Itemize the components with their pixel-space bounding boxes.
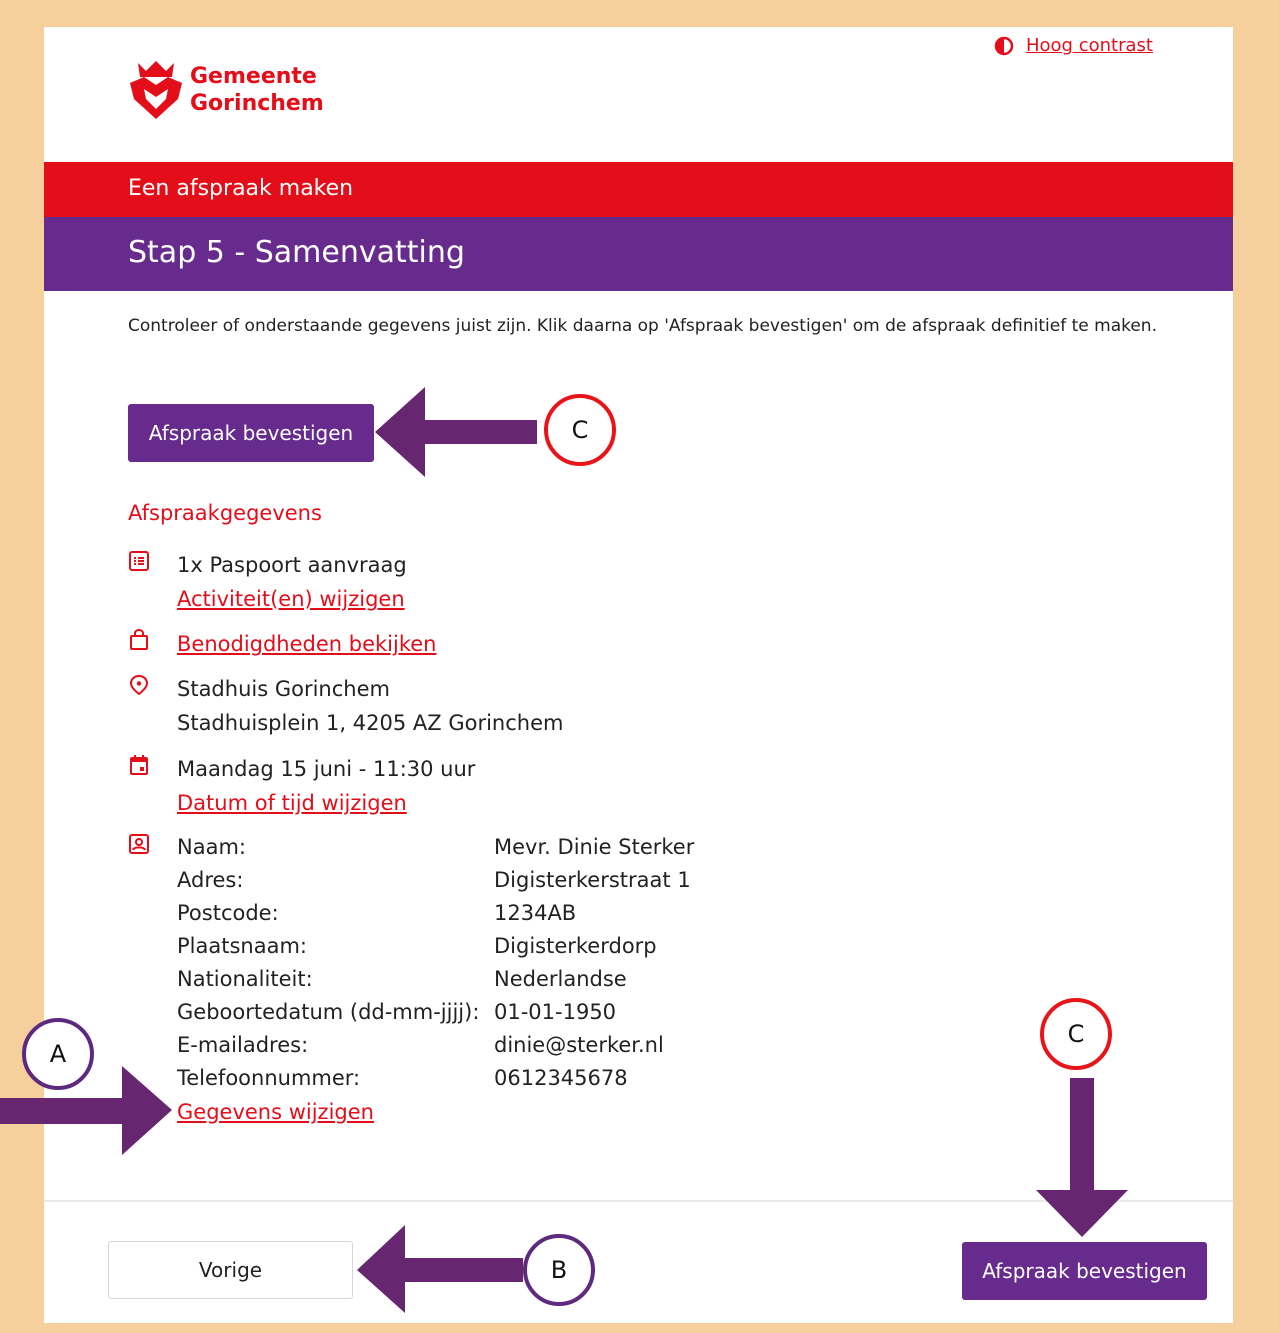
annotation-c-top: C: [544, 394, 616, 466]
requirements-row: Benodigdheden bekijken: [128, 627, 437, 661]
step-title: Stap 5 - Samenvatting: [128, 235, 465, 270]
logo-line-1: Gemeente: [190, 64, 317, 89]
high-contrast-link[interactable]: Hoog contrast: [1026, 35, 1153, 56]
datetime-row: Maandag 15 juni - 11:30 uur Datum of tij…: [128, 752, 475, 820]
view-requirements-link[interactable]: Benodigdheden bekijken: [177, 632, 437, 656]
previous-button[interactable]: Vorige: [108, 1241, 353, 1299]
banner-title: Een afspraak maken: [128, 176, 354, 201]
detail-label: Postcode:: [177, 901, 279, 925]
detail-label: Nationaliteit:: [177, 967, 313, 991]
detail-value: 0612345678: [494, 1066, 628, 1090]
location-name: Stadhuis Gorinchem: [177, 677, 390, 701]
section-title: Afspraakgegevens: [128, 501, 322, 525]
location-row: Stadhuis Gorinchem Stadhuisplein 1, 4205…: [128, 672, 563, 740]
bag-icon: [130, 629, 148, 650]
annotation-b: B: [523, 1234, 595, 1306]
datetime-text: Maandag 15 juni - 11:30 uur: [177, 757, 476, 781]
detail-label: Plaatsnaam:: [177, 934, 307, 958]
detail-value: 1234AB: [494, 901, 577, 925]
activity-row: 1x Paspoort aanvraag Activiteit(en) wijz…: [128, 548, 407, 616]
annotation-c-bottom: C: [1040, 998, 1112, 1070]
detail-label: Geboortedatum (dd-mm-jjjj):: [177, 1000, 480, 1024]
logo-text: Gemeente Gorinchem: [190, 63, 324, 117]
detail-value: dinie@sterker.nl: [494, 1033, 664, 1057]
list-icon: [129, 551, 149, 571]
detail-value: Mevr. Dinie Sterker: [494, 835, 695, 859]
footer-divider: [44, 1200, 1233, 1202]
personal-details-row: Naam: Mevr. Dinie Sterker Adres: Digisterke…: [128, 831, 694, 1129]
confirm-appointment-button-bottom[interactable]: Afspraak bevestigen: [962, 1242, 1207, 1300]
detail-value: Digisterkerstraat 1: [494, 868, 691, 892]
confirm-appointment-button-top[interactable]: Afspraak bevestigen: [128, 404, 374, 462]
step-header: Stap 5 - Samenvatting: [44, 217, 1233, 291]
detail-value: Digisterkerdorp: [494, 934, 657, 958]
detail-value: 01-01-1950: [494, 1000, 617, 1024]
banner: Een afspraak maken: [44, 162, 1233, 217]
location-pin-icon: [129, 674, 149, 696]
change-datetime-link[interactable]: Datum of tijd wijzigen: [177, 791, 407, 815]
logo-line-2: Gorinchem: [190, 91, 324, 116]
logo[interactable]: Gemeente Gorinchem: [128, 57, 324, 123]
intro-text: Controleer of onderstaande gegevens juis…: [128, 316, 1157, 336]
contrast-icon: [994, 36, 1014, 55]
detail-label: E-mailadres:: [177, 1033, 309, 1057]
detail-value: Nederlandse: [494, 967, 627, 991]
activity-text: 1x Paspoort aanvraag: [177, 553, 407, 577]
crown-heart-logo-icon: [130, 61, 182, 119]
calendar-icon: [130, 755, 148, 775]
appointment-page: Gemeente Gorinchem Hoog contrast Een afs…: [44, 27, 1233, 1323]
change-details-link[interactable]: Gegevens wijzigen: [177, 1100, 374, 1124]
location-address: Stadhuisplein 1, 4205 AZ Gorinchem: [177, 711, 564, 735]
personal-details-table: Naam: Mevr. Dinie Sterker Adres: Digisterke…: [177, 831, 694, 1095]
contact-card-icon: [129, 834, 149, 854]
annotation-a: A: [22, 1018, 94, 1090]
detail-label: Adres:: [177, 868, 244, 892]
change-activity-link[interactable]: Activiteit(en) wijzigen: [177, 587, 405, 611]
high-contrast-toggle[interactable]: Hoog contrast: [994, 35, 1153, 56]
detail-label: Telefoonnummer:: [177, 1066, 361, 1090]
detail-label: Naam:: [177, 835, 246, 859]
